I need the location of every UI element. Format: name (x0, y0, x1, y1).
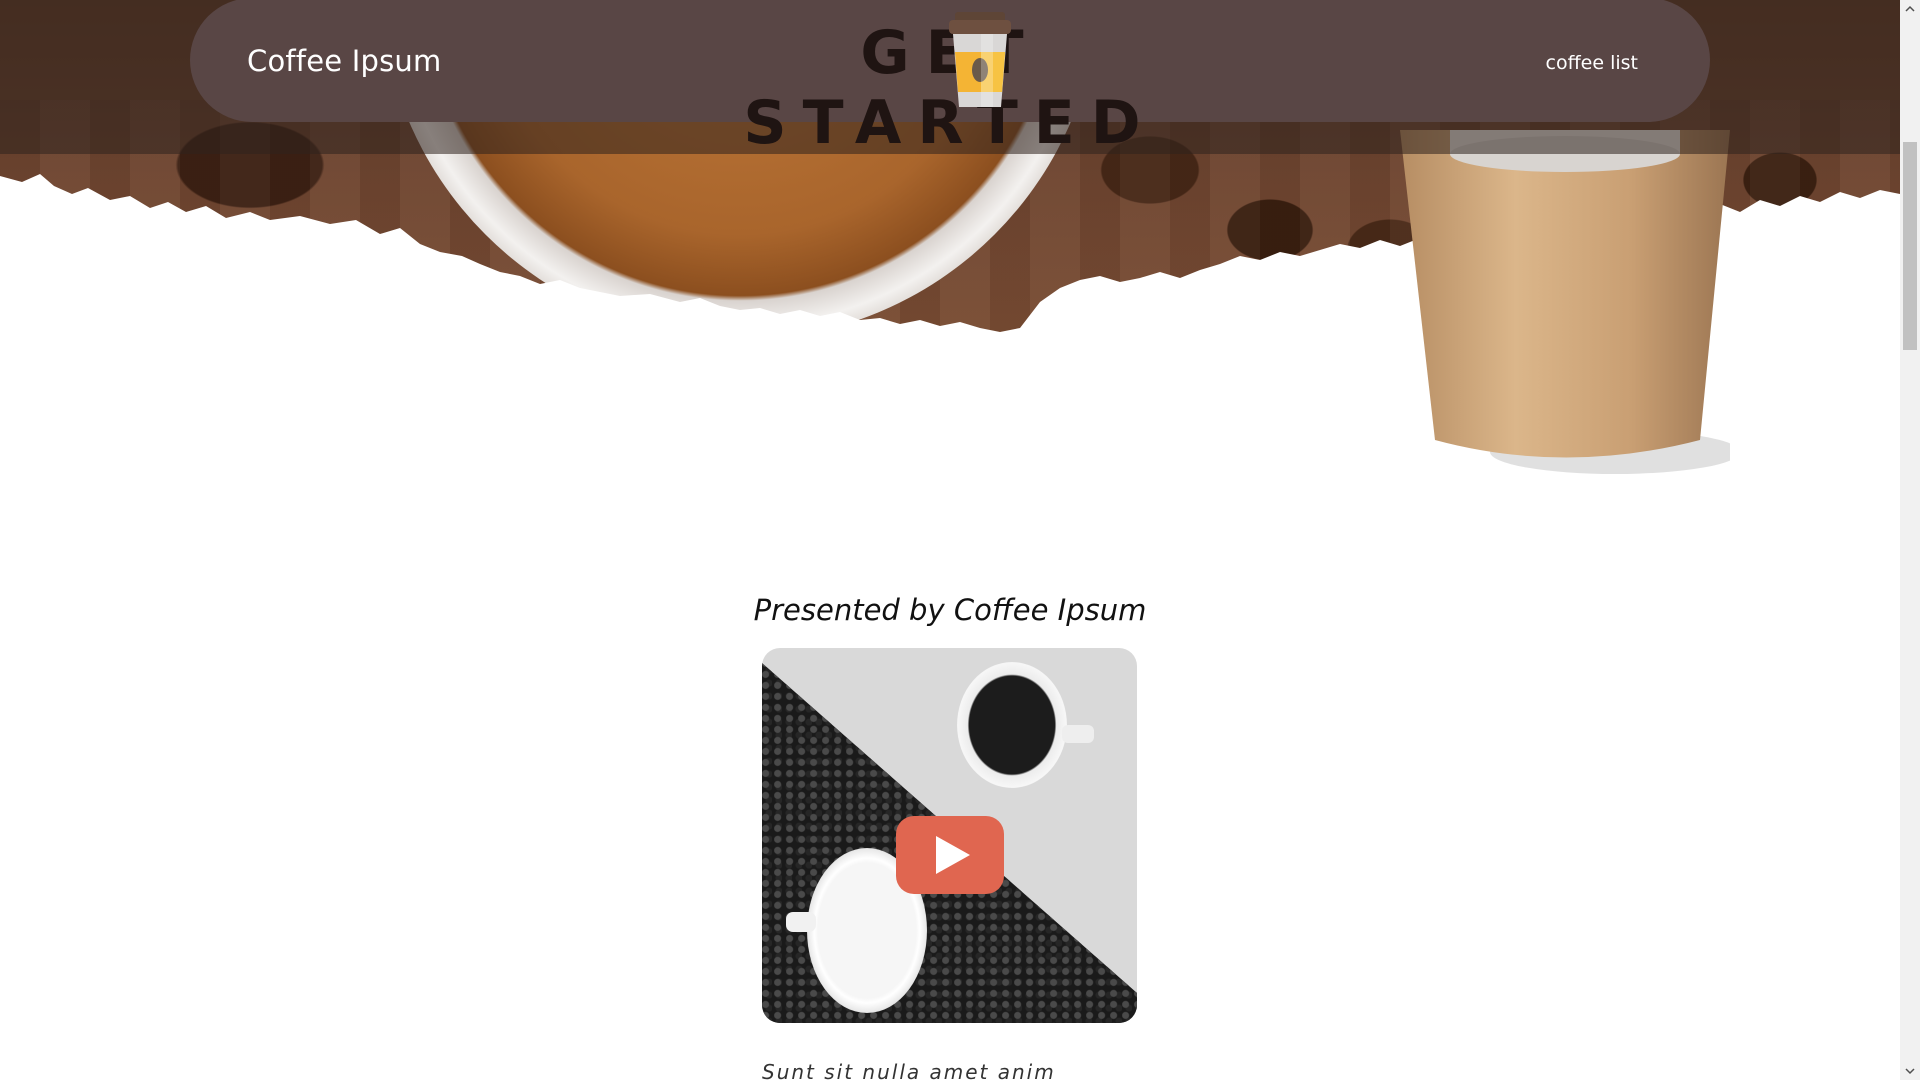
scroll-up-button[interactable] (1900, 0, 1920, 17)
top-navbar: Coffee Ipsum GET STARTED coffee list (190, 0, 1710, 158)
brand-name[interactable]: Coffee Ipsum (247, 44, 441, 78)
presented-heading: Presented by Coffee Ipsum (753, 593, 1147, 627)
play-icon (936, 836, 970, 874)
coffee-cup-icon (949, 12, 1011, 107)
scroll-down-button[interactable] (1900, 1063, 1920, 1080)
teaser-text: Sunt sit nulla amet anim (762, 1060, 1056, 1084)
scroll-thumb[interactable] (1903, 142, 1917, 350)
video-thumbnail[interactable] (762, 648, 1137, 1023)
black-coffee-cup-image (957, 662, 1067, 788)
chevron-up-icon (1905, 5, 1915, 12)
play-button[interactable] (896, 816, 1004, 894)
paper-cup-image (1400, 130, 1730, 474)
vertical-scrollbar[interactable] (1900, 0, 1920, 1080)
coffee-list-link[interactable]: coffee list (1546, 52, 1639, 74)
chevron-down-icon (1905, 1068, 1915, 1075)
